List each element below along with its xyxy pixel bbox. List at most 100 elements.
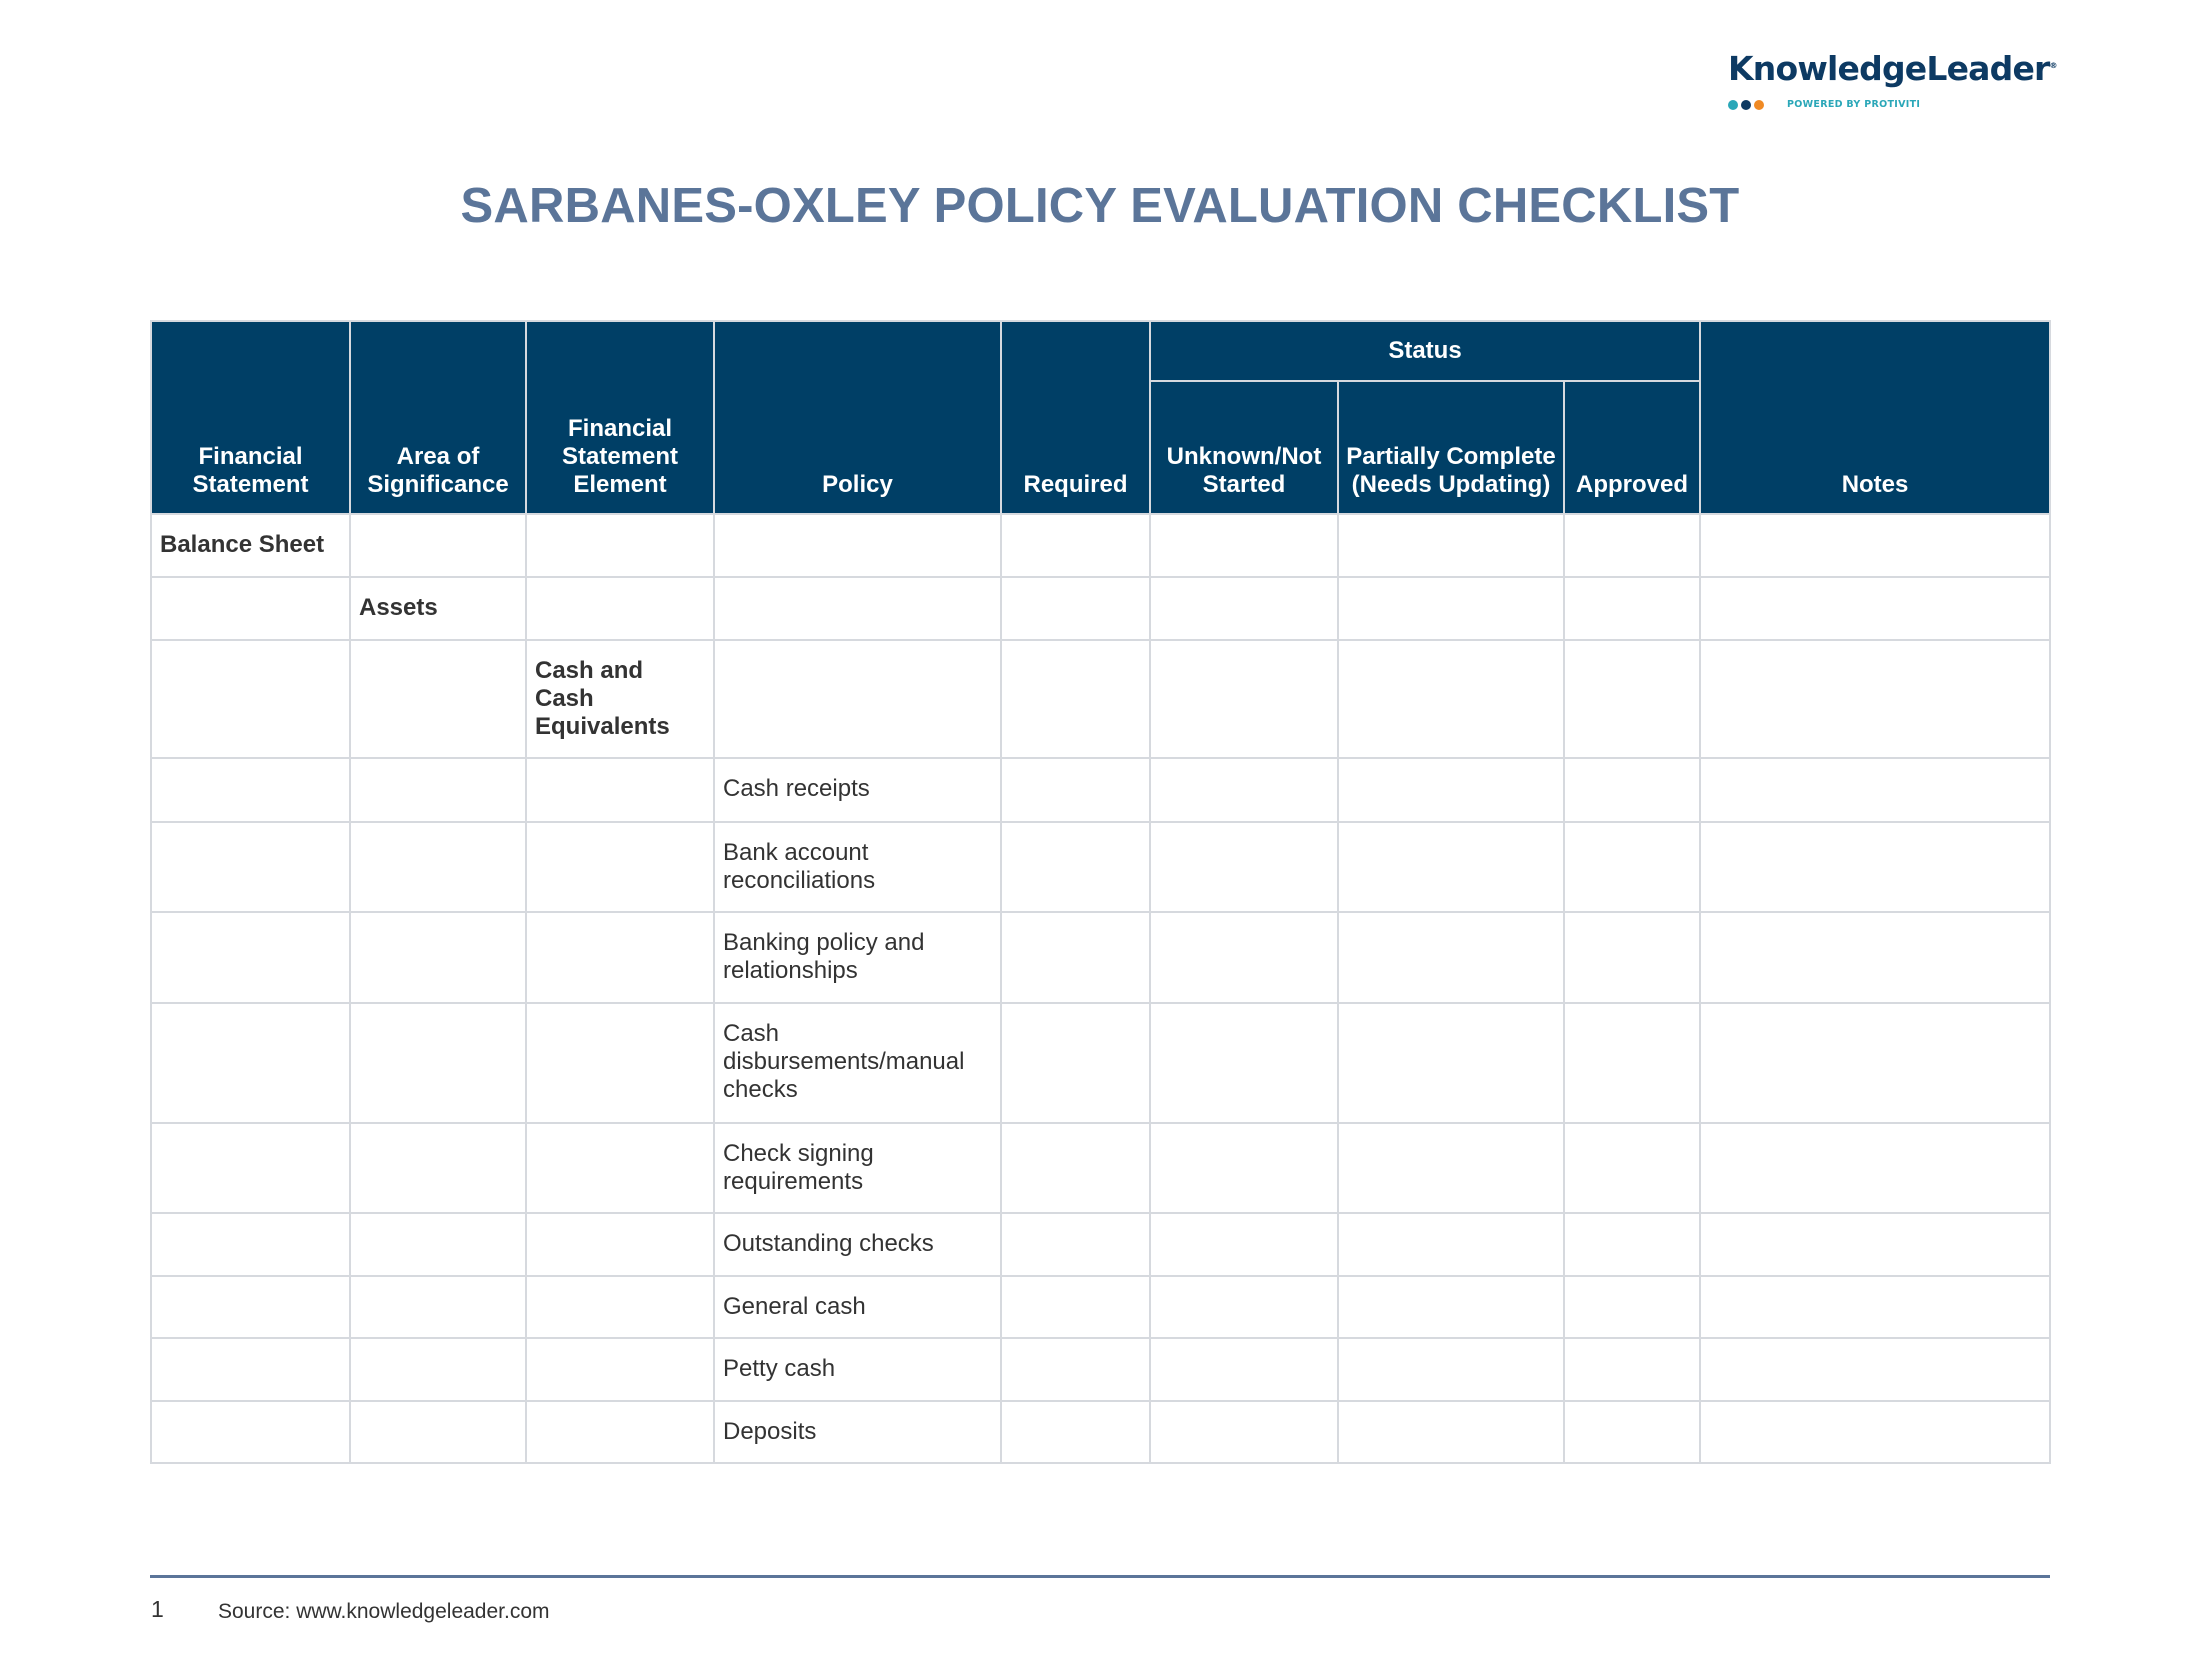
cell-area-of-significance	[349, 513, 527, 578]
cell-required[interactable]	[1000, 1212, 1151, 1277]
cell-required[interactable]	[1000, 1275, 1151, 1339]
cell-policy: Cash receipts	[713, 757, 1002, 823]
cell-financial-statement-element	[525, 576, 715, 641]
cell-unknown-not-started[interactable]	[1149, 576, 1339, 641]
cell-partially-complete[interactable]	[1337, 1002, 1565, 1124]
cell-approved[interactable]	[1562, 1212, 1702, 1277]
cell-financial-statement	[150, 757, 351, 823]
cell-required[interactable]	[1000, 639, 1151, 759]
cell-policy: Petty cash	[713, 1337, 1002, 1402]
cell-area-of-significance	[349, 1275, 527, 1339]
cell-approved[interactable]	[1562, 513, 1702, 578]
cell-approved[interactable]	[1562, 1337, 1702, 1402]
cell-financial-statement	[150, 1400, 351, 1464]
cell-notes[interactable]	[1699, 1002, 2052, 1124]
cell-unknown-not-started[interactable]	[1149, 1275, 1339, 1339]
cell-partially-complete[interactable]	[1337, 911, 1565, 1004]
cell-notes[interactable]	[1699, 639, 2052, 759]
header-policy: Policy	[713, 320, 1002, 515]
cell-unknown-not-started[interactable]	[1149, 1002, 1339, 1124]
footer-divider	[150, 1575, 2050, 1578]
cell-approved[interactable]	[1562, 1275, 1702, 1339]
cell-approved[interactable]	[1562, 576, 1702, 641]
cell-financial-statement-element	[525, 1002, 715, 1124]
table-row: Balance Sheet	[150, 513, 2052, 578]
cell-policy	[713, 576, 1002, 641]
table-row: Cash receipts	[150, 757, 2052, 823]
cell-unknown-not-started[interactable]	[1149, 1212, 1339, 1277]
cell-required[interactable]	[1000, 576, 1151, 641]
cell-approved[interactable]	[1562, 1400, 1702, 1464]
cell-policy: Outstanding checks	[713, 1212, 1002, 1277]
cell-notes[interactable]	[1699, 1400, 2052, 1464]
cell-approved[interactable]	[1562, 639, 1702, 759]
cell-notes[interactable]	[1699, 1122, 2052, 1214]
cell-approved[interactable]	[1562, 1002, 1702, 1124]
cell-required[interactable]	[1000, 1400, 1151, 1464]
header-approved: Approved	[1562, 380, 1702, 515]
cell-partially-complete[interactable]	[1337, 821, 1565, 913]
cell-area-of-significance	[349, 757, 527, 823]
cell-financial-statement	[150, 639, 351, 759]
cell-required[interactable]	[1000, 1002, 1151, 1124]
table-row: Bank account reconciliations	[150, 821, 2052, 913]
page-title: SARBANES-OXLEY POLICY EVALUATION CHECKLI…	[460, 179, 1740, 233]
cell-policy: Cash disbursements/manual checks	[713, 1002, 1002, 1124]
cell-unknown-not-started[interactable]	[1149, 1337, 1339, 1402]
cell-notes[interactable]	[1699, 821, 2052, 913]
cell-unknown-not-started[interactable]	[1149, 639, 1339, 759]
cell-required[interactable]	[1000, 1122, 1151, 1214]
cell-notes[interactable]	[1699, 576, 2052, 641]
cell-partially-complete[interactable]	[1337, 513, 1565, 578]
cell-partially-complete[interactable]	[1337, 576, 1565, 641]
logo-tagline: POWERED BY PROTIVITI	[1787, 99, 1921, 110]
header-financial-statement-element: Financial Statement Element	[525, 320, 715, 515]
cell-notes[interactable]	[1699, 1275, 2052, 1339]
cell-required[interactable]	[1000, 513, 1151, 578]
cell-financial-statement	[150, 821, 351, 913]
cell-unknown-not-started[interactable]	[1149, 513, 1339, 578]
cell-unknown-not-started[interactable]	[1149, 911, 1339, 1004]
cell-partially-complete[interactable]	[1337, 1337, 1565, 1402]
cell-approved[interactable]	[1562, 821, 1702, 913]
cell-financial-statement	[150, 1337, 351, 1402]
cell-notes[interactable]	[1699, 513, 2052, 578]
knowledgeleader-logo: KnowledgeLeader® POWERED BY PROTIVITI	[1728, 52, 2058, 110]
cell-financial-statement	[150, 1002, 351, 1124]
cell-notes[interactable]	[1699, 1212, 2052, 1277]
cell-required[interactable]	[1000, 1337, 1151, 1402]
header-unknown-not-started: Unknown/Not Started	[1149, 380, 1339, 515]
cell-required[interactable]	[1000, 821, 1151, 913]
cell-partially-complete[interactable]	[1337, 757, 1565, 823]
cell-partially-complete[interactable]	[1337, 1400, 1565, 1464]
cell-approved[interactable]	[1562, 757, 1702, 823]
cell-partially-complete[interactable]	[1337, 639, 1565, 759]
cell-notes[interactable]	[1699, 1337, 2052, 1402]
cell-partially-complete[interactable]	[1337, 1275, 1565, 1339]
registered-mark: ®	[2049, 61, 2058, 70]
cell-required[interactable]	[1000, 911, 1151, 1004]
table-row: Outstanding checks	[150, 1212, 2052, 1277]
cell-notes[interactable]	[1699, 911, 2052, 1004]
cell-partially-complete[interactable]	[1337, 1212, 1565, 1277]
cell-financial-statement	[150, 576, 351, 641]
cell-financial-statement-element	[525, 757, 715, 823]
cell-policy: Bank account reconciliations	[713, 821, 1002, 913]
header-status-group: Status	[1148, 320, 1702, 382]
cell-unknown-not-started[interactable]	[1149, 1122, 1339, 1214]
cell-approved[interactable]	[1562, 1122, 1702, 1214]
cell-approved[interactable]	[1562, 911, 1702, 1004]
logo-subline: POWERED BY PROTIVITI	[1728, 99, 2058, 110]
cell-unknown-not-started[interactable]	[1149, 821, 1339, 913]
cell-notes[interactable]	[1699, 757, 2052, 823]
table-row: Assets	[150, 576, 2052, 641]
cell-partially-complete[interactable]	[1337, 1122, 1565, 1214]
logo-dot-orange-icon	[1754, 99, 1764, 110]
cell-unknown-not-started[interactable]	[1149, 1400, 1339, 1464]
cell-area-of-significance	[349, 1400, 527, 1464]
cell-required[interactable]	[1000, 757, 1151, 823]
cell-financial-statement	[150, 1212, 351, 1277]
cell-unknown-not-started[interactable]	[1149, 757, 1339, 823]
cell-area-of-significance	[349, 911, 527, 1004]
cell-area-of-significance	[349, 1337, 527, 1402]
